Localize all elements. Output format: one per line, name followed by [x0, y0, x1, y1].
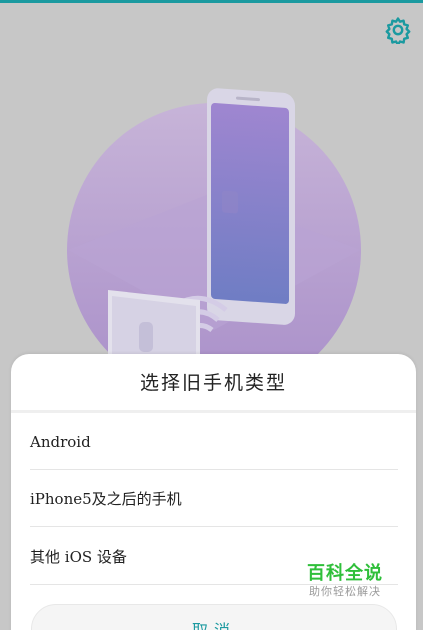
dialog-title: 选择旧手机类型 — [139, 372, 287, 394]
app-screen: 选择旧手机类型 Android iPhone5及之后的手机 其他 iOS 设备 … — [0, 0, 423, 630]
old-phone-graphic — [108, 290, 200, 360]
watermark-logo: 百科全说 助你轻松解决 — [300, 563, 390, 599]
option-android[interactable]: Android — [30, 414, 398, 470]
divider — [11, 410, 416, 413]
new-phone-graphic — [207, 88, 295, 325]
gear-icon[interactable] — [384, 16, 412, 44]
cancel-button[interactable]: 取消 — [31, 604, 397, 630]
watermark-main: 百科全说 — [307, 563, 383, 584]
watermark-sub: 助你轻松解决 — [309, 585, 381, 598]
option-iphone5-later[interactable]: iPhone5及之后的手机 — [30, 471, 398, 527]
